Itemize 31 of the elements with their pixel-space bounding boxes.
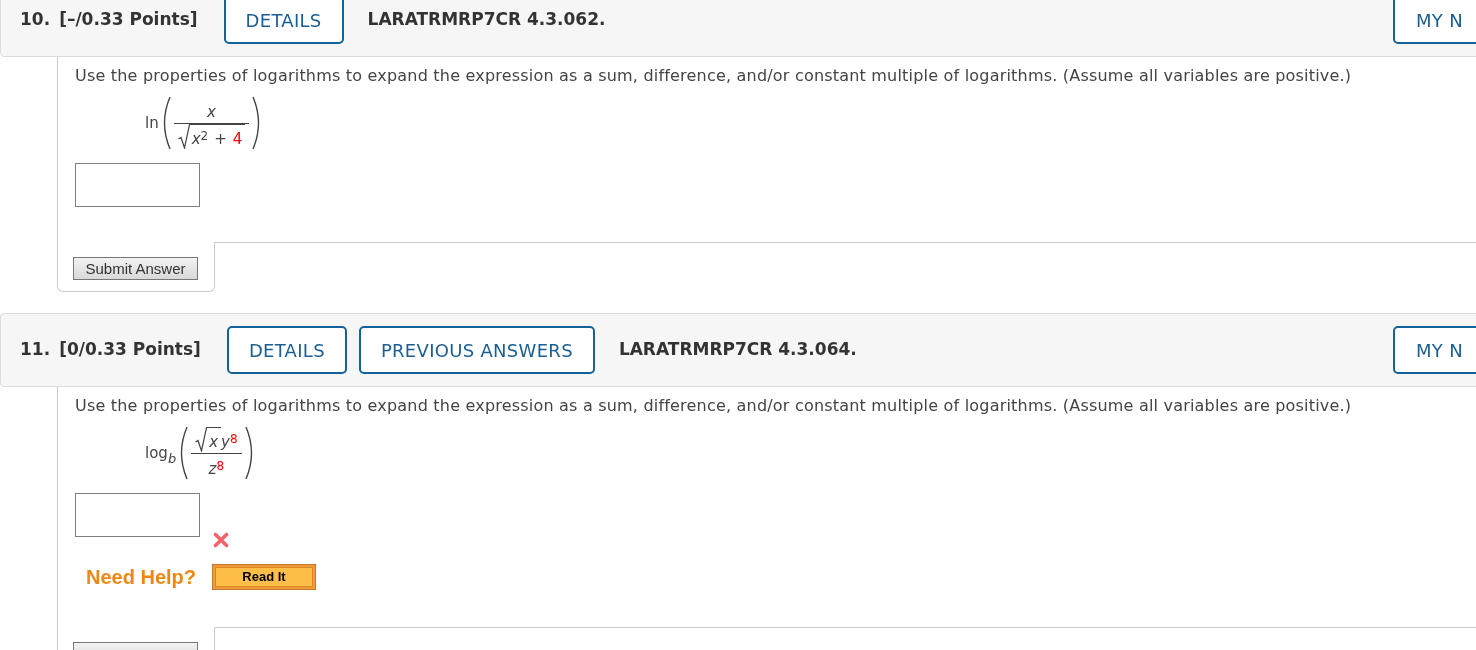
exponent: 8 <box>216 460 225 472</box>
points-label: [0/0.33 Points] <box>59 338 201 362</box>
operator-sign: + <box>214 130 227 149</box>
function-name: log <box>145 442 168 462</box>
exponent: 8 <box>229 433 238 445</box>
math-variable: x <box>207 103 216 122</box>
math-variable: z <box>208 460 217 479</box>
instruction-text: Use the properties of logarithms to expand the expression as a sum, difference, and/or constant multiple of logarithms. (Assume all variables are positive.) <box>75 65 1353 87</box>
answer-field[interactable] <box>75 493 200 537</box>
exponent: 2 <box>200 130 209 142</box>
math-variable: x <box>209 433 219 452</box>
math-variable: y <box>221 433 230 452</box>
question-number: 11. <box>20 338 51 362</box>
problem-code: LARATRMRP7CR 4.3.062. <box>367 8 606 32</box>
problem-code: LARATRMRP7CR 4.3.064. <box>618 338 857 362</box>
instruction-text: Use the properties of logarithms to expand the expression as a sum, difference, and/or constant multiple of logarithms. (Assume all variables are positive.) <box>75 395 1353 417</box>
math-variable: x <box>191 130 201 149</box>
log-base: b <box>167 451 177 469</box>
notes-button[interactable]: MY N <box>1393 326 1476 374</box>
details-button[interactable]: DETAILS <box>223 0 344 44</box>
function-name: ln <box>145 112 159 134</box>
points-label: [–/0.33 Points] <box>59 8 198 32</box>
submit-button[interactable]: Submit Answer <box>73 257 198 280</box>
notes-button[interactable]: MY N <box>1393 0 1476 44</box>
answer-field[interactable] <box>75 163 200 207</box>
details-button[interactable]: DETAILS <box>226 326 347 374</box>
math-number: 4 <box>232 130 243 149</box>
previous-answers-button[interactable]: PREVIOUS ANSWERS <box>358 326 595 374</box>
help-label: Need Help? <box>86 565 197 590</box>
question-number: 10. <box>20 8 51 32</box>
read-it-button[interactable]: Read It <box>212 564 317 590</box>
